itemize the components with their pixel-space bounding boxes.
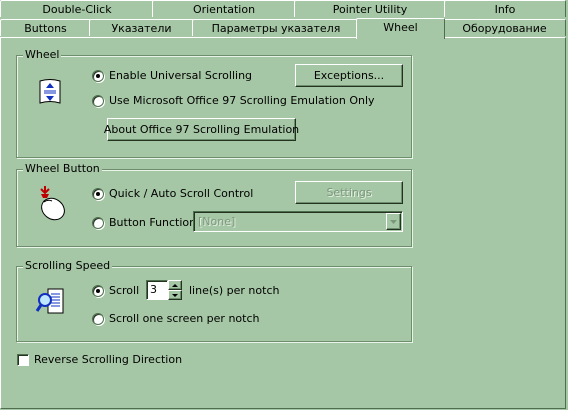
tab-label: Wheel (383, 21, 418, 34)
tab-pointers[interactable]: Указатели (89, 19, 194, 36)
tab-label: Info (494, 2, 516, 16)
tab-buttons[interactable]: Buttons (0, 19, 91, 36)
about-office97-button[interactable]: About Office 97 Scrolling Emulation (103, 118, 300, 141)
tab-hardware[interactable]: Оборудование (443, 19, 566, 36)
chevron-down-icon (390, 219, 397, 224)
tab-label: Указатели (111, 21, 172, 35)
mouse-wheel-icon (40, 186, 65, 221)
tab-label: Orientation (192, 2, 256, 16)
tab-wheel[interactable]: Wheel (356, 18, 445, 39)
office97-emulation-radio[interactable] (92, 95, 104, 107)
button-function-radio[interactable] (92, 217, 104, 229)
button-label: About Office 97 Scrolling Emulation (103, 123, 300, 136)
select-value: [None] (198, 215, 236, 228)
scroll-lines-radio[interactable] (92, 285, 104, 297)
scroll-document-icon (39, 79, 61, 104)
exceptions-button[interactable]: Exceptions... (295, 64, 403, 87)
spin-down-button[interactable] (168, 290, 182, 300)
wheel-button-group: Wheel Button Quick / Auto Scroll Control… (16, 162, 412, 247)
dropdown-button[interactable] (386, 213, 401, 230)
tab-label: Параметры указателя (211, 21, 341, 35)
group-title: Scrolling Speed (23, 259, 113, 272)
button-function-select[interactable]: [None] (193, 211, 403, 232)
scroll-lines-label[interactable]: Scroll (109, 284, 139, 297)
scroll-one-screen-radio[interactable] (92, 313, 104, 325)
tab-label: Double-Click (42, 2, 112, 16)
reverse-scrolling-label[interactable]: Reverse Scrolling Direction (34, 353, 182, 366)
enable-universal-label[interactable]: Enable Universal Scrolling (109, 69, 252, 82)
spin-down-icon (172, 293, 178, 297)
tab-page-wheel: Wheel Enable Universal Scrolling Excepti… (0, 37, 566, 409)
scrolling-speed-group: Scrolling Speed Scroll 3 line(s) per not… (16, 259, 412, 342)
scroll-one-screen-label[interactable]: Scroll one screen per notch (109, 312, 259, 325)
office97-emulation-label[interactable]: Use Microsoft Office 97 Scrolling Emulat… (109, 94, 375, 107)
quick-auto-scroll-radio[interactable] (92, 188, 104, 200)
button-label: Exceptions... (313, 69, 385, 82)
tab-label: Buttons (24, 21, 67, 35)
tab-pointer-options[interactable]: Параметры указателя (192, 19, 360, 36)
button-label: Settings (326, 186, 372, 199)
quick-auto-scroll-label[interactable]: Quick / Auto Scroll Control (109, 187, 253, 200)
group-title: Wheel Button (23, 162, 102, 175)
wheel-group: Wheel Enable Universal Scrolling Excepti… (16, 48, 412, 158)
input-value: 3 (150, 283, 157, 296)
lines-per-notch-label: line(s) per notch (189, 284, 280, 297)
tab-info[interactable]: Info (444, 0, 566, 17)
tab-double-click[interactable]: Double-Click (0, 0, 154, 17)
spin-up-button[interactable] (168, 280, 182, 290)
tab-label: Pointer Utility (332, 2, 408, 16)
group-title: Wheel (23, 48, 62, 61)
magnifier-page-icon (35, 288, 64, 314)
tab-orientation[interactable]: Orientation (152, 0, 296, 17)
settings-button[interactable]: Settings (295, 181, 403, 204)
button-function-label[interactable]: Button Function (109, 216, 196, 229)
tab-pointer-utility[interactable]: Pointer Utility (294, 0, 446, 17)
lines-per-notch-input[interactable]: 3 (146, 280, 168, 300)
enable-universal-radio[interactable] (92, 70, 104, 82)
reverse-scrolling-checkbox[interactable] (17, 354, 29, 366)
tab-label: Оборудование (462, 21, 547, 35)
spin-up-icon (172, 283, 178, 287)
